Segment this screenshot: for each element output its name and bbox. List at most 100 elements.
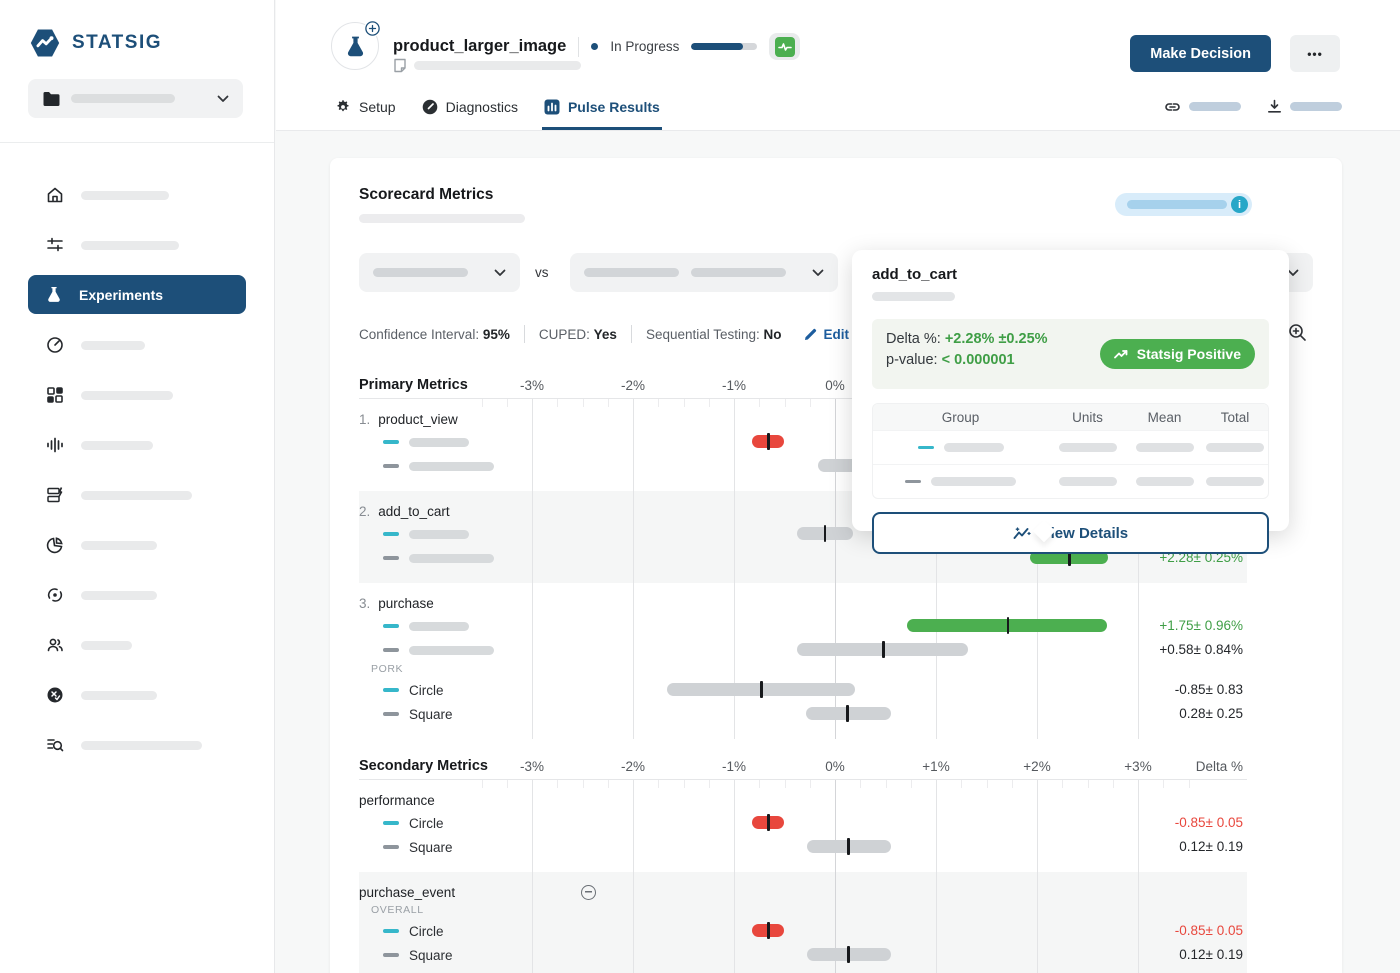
share-link-placeholder <box>1189 102 1241 111</box>
cell-placeholder <box>1059 443 1117 452</box>
metric-series-line: +0.58± 0.84% <box>359 639 1247 661</box>
tab-setup[interactable]: Setup <box>333 89 398 130</box>
view-details-button[interactable]: View Details <box>872 512 1269 554</box>
tab-label: Diagnostics <box>446 99 518 115</box>
sidebar-item-events[interactable] <box>28 420 246 470</box>
cell-placeholder <box>1206 443 1264 452</box>
delta-column-header: Delta % <box>1196 759 1243 774</box>
health-badge[interactable] <box>769 33 800 60</box>
note-icon <box>393 58 407 73</box>
dropdown-value-placeholder <box>691 268 786 277</box>
analysis-settings-row: Confidence Interval: 95% CUPED: Yes Sequ… <box>359 325 849 343</box>
test-group-dash <box>918 446 934 450</box>
group-b-dropdown[interactable] <box>570 253 838 292</box>
sliders-icon <box>46 236 64 254</box>
info-pill[interactable]: i <box>1115 193 1252 216</box>
chevron-down-icon <box>812 269 824 277</box>
series-legend <box>383 431 469 453</box>
sidebar-item-settings-sliders[interactable] <box>28 220 246 270</box>
sidebar-item-dynamic-config[interactable] <box>28 470 246 520</box>
group-cell <box>873 443 1048 452</box>
tab-diagnostics[interactable]: Diagnostics <box>420 89 520 130</box>
delta-value: +0.58± 0.84% <box>1093 642 1243 657</box>
metric-series-line: Square 0.28± 0.25 <box>359 703 1247 725</box>
make-decision-button[interactable]: Make Decision <box>1130 35 1271 72</box>
nav-label-placeholder <box>81 441 153 450</box>
edit-settings-link[interactable]: Edit <box>804 327 850 342</box>
sidebar-divider <box>0 142 274 143</box>
sidebar: STATSIG Experiments <box>0 0 275 973</box>
point-estimate-tick <box>767 814 770 831</box>
vs-label: vs <box>535 265 549 280</box>
zoom-in-icon[interactable] <box>1288 323 1307 342</box>
tab-label: Setup <box>359 99 396 115</box>
mean-cell <box>1127 477 1202 486</box>
link-icon[interactable] <box>1164 100 1181 114</box>
series-legend <box>383 523 469 545</box>
axis-tick-label: 0% <box>825 759 845 774</box>
sidebar-item-autotune[interactable] <box>28 570 246 620</box>
nav-label-placeholder <box>81 241 179 250</box>
cell-placeholder <box>1206 477 1264 486</box>
holdout-icon <box>46 686 64 704</box>
tab-bar: Setup Diagnostics Pulse Results <box>333 89 662 130</box>
series-label-placeholder <box>409 438 469 447</box>
more-options-button[interactable]: ••• <box>1290 35 1340 72</box>
metric-series-line: Square0.12± 0.19 <box>359 836 1247 858</box>
flask-icon <box>46 286 62 303</box>
collapse-icon[interactable] <box>581 885 596 900</box>
sidebar-item-gates[interactable] <box>28 320 246 370</box>
sidebar-item-holdouts[interactable] <box>28 670 246 720</box>
point-estimate-tick <box>760 681 763 698</box>
pvalue-value: < 0.000001 <box>942 352 1015 368</box>
pencil-icon <box>804 327 818 341</box>
control-group-dash <box>383 953 399 957</box>
tab-pulse-results[interactable]: Pulse Results <box>542 89 662 130</box>
sidebar-item-segments[interactable] <box>28 520 246 570</box>
axis-tick-label: -1% <box>722 378 746 393</box>
sidebar-item-audit-log[interactable] <box>28 720 246 770</box>
delta-value: 0.12± 0.19 <box>1093 839 1243 854</box>
nav-label-placeholder <box>81 341 145 350</box>
series-label-placeholder <box>409 462 494 471</box>
confidence-interval: Confidence Interval: 95% <box>359 327 510 342</box>
download-icon[interactable] <box>1267 99 1282 114</box>
series-label-placeholder <box>409 530 469 539</box>
axis-tick-label: -2% <box>621 378 645 393</box>
sidebar-item-users[interactable] <box>28 620 246 670</box>
sidebar-item-dashboards[interactable] <box>28 370 246 420</box>
metric-name: add_to_cart <box>378 504 449 519</box>
control-group-dash <box>383 648 399 652</box>
axis-tick-label: -3% <box>520 378 544 393</box>
progress-bar <box>691 43 757 50</box>
scorecard-title: Scorecard Metrics <box>359 186 493 204</box>
delta-value: 0.12± 0.19 <box>1093 947 1243 962</box>
project-selector-dropdown[interactable] <box>28 79 243 118</box>
group-a-dropdown[interactable] <box>359 253 520 292</box>
chevron-down-icon <box>217 95 229 103</box>
delta-value: -0.85± 0.05 <box>1093 815 1243 830</box>
download-placeholder <box>1290 102 1342 111</box>
delta-value: +2.28% ±0.25% <box>945 331 1048 347</box>
nav-label-placeholder <box>81 491 192 500</box>
point-estimate-tick <box>847 838 850 855</box>
flask-icon <box>345 35 366 58</box>
experiment-header: product_larger_image In Progress Make De… <box>276 0 1400 131</box>
test-group-dash <box>383 688 399 692</box>
control-group-dash <box>905 480 921 484</box>
series-label: Square <box>409 707 453 722</box>
statsig-logo[interactable]: STATSIG <box>28 26 274 60</box>
delta-value: 0.28± 0.25 <box>1093 706 1243 721</box>
section-plot: performanceCircle-0.85± 0.05Square0.12± … <box>359 780 1247 973</box>
metric-name: purchase <box>378 596 434 611</box>
series-legend <box>383 455 494 477</box>
metric-series-line: Square0.12± 0.19 <box>359 944 1247 966</box>
sidebar-item-experiments[interactable]: Experiments <box>28 275 246 314</box>
sidebar-item-home[interactable] <box>28 170 246 220</box>
table-header: Total <box>1202 410 1268 425</box>
statsig-logo-icon <box>28 26 62 60</box>
table-header: Group <box>873 410 1048 425</box>
axis-tick-label: -3% <box>520 759 544 774</box>
trend-up-icon <box>1114 349 1129 360</box>
point-estimate-tick <box>767 433 770 450</box>
